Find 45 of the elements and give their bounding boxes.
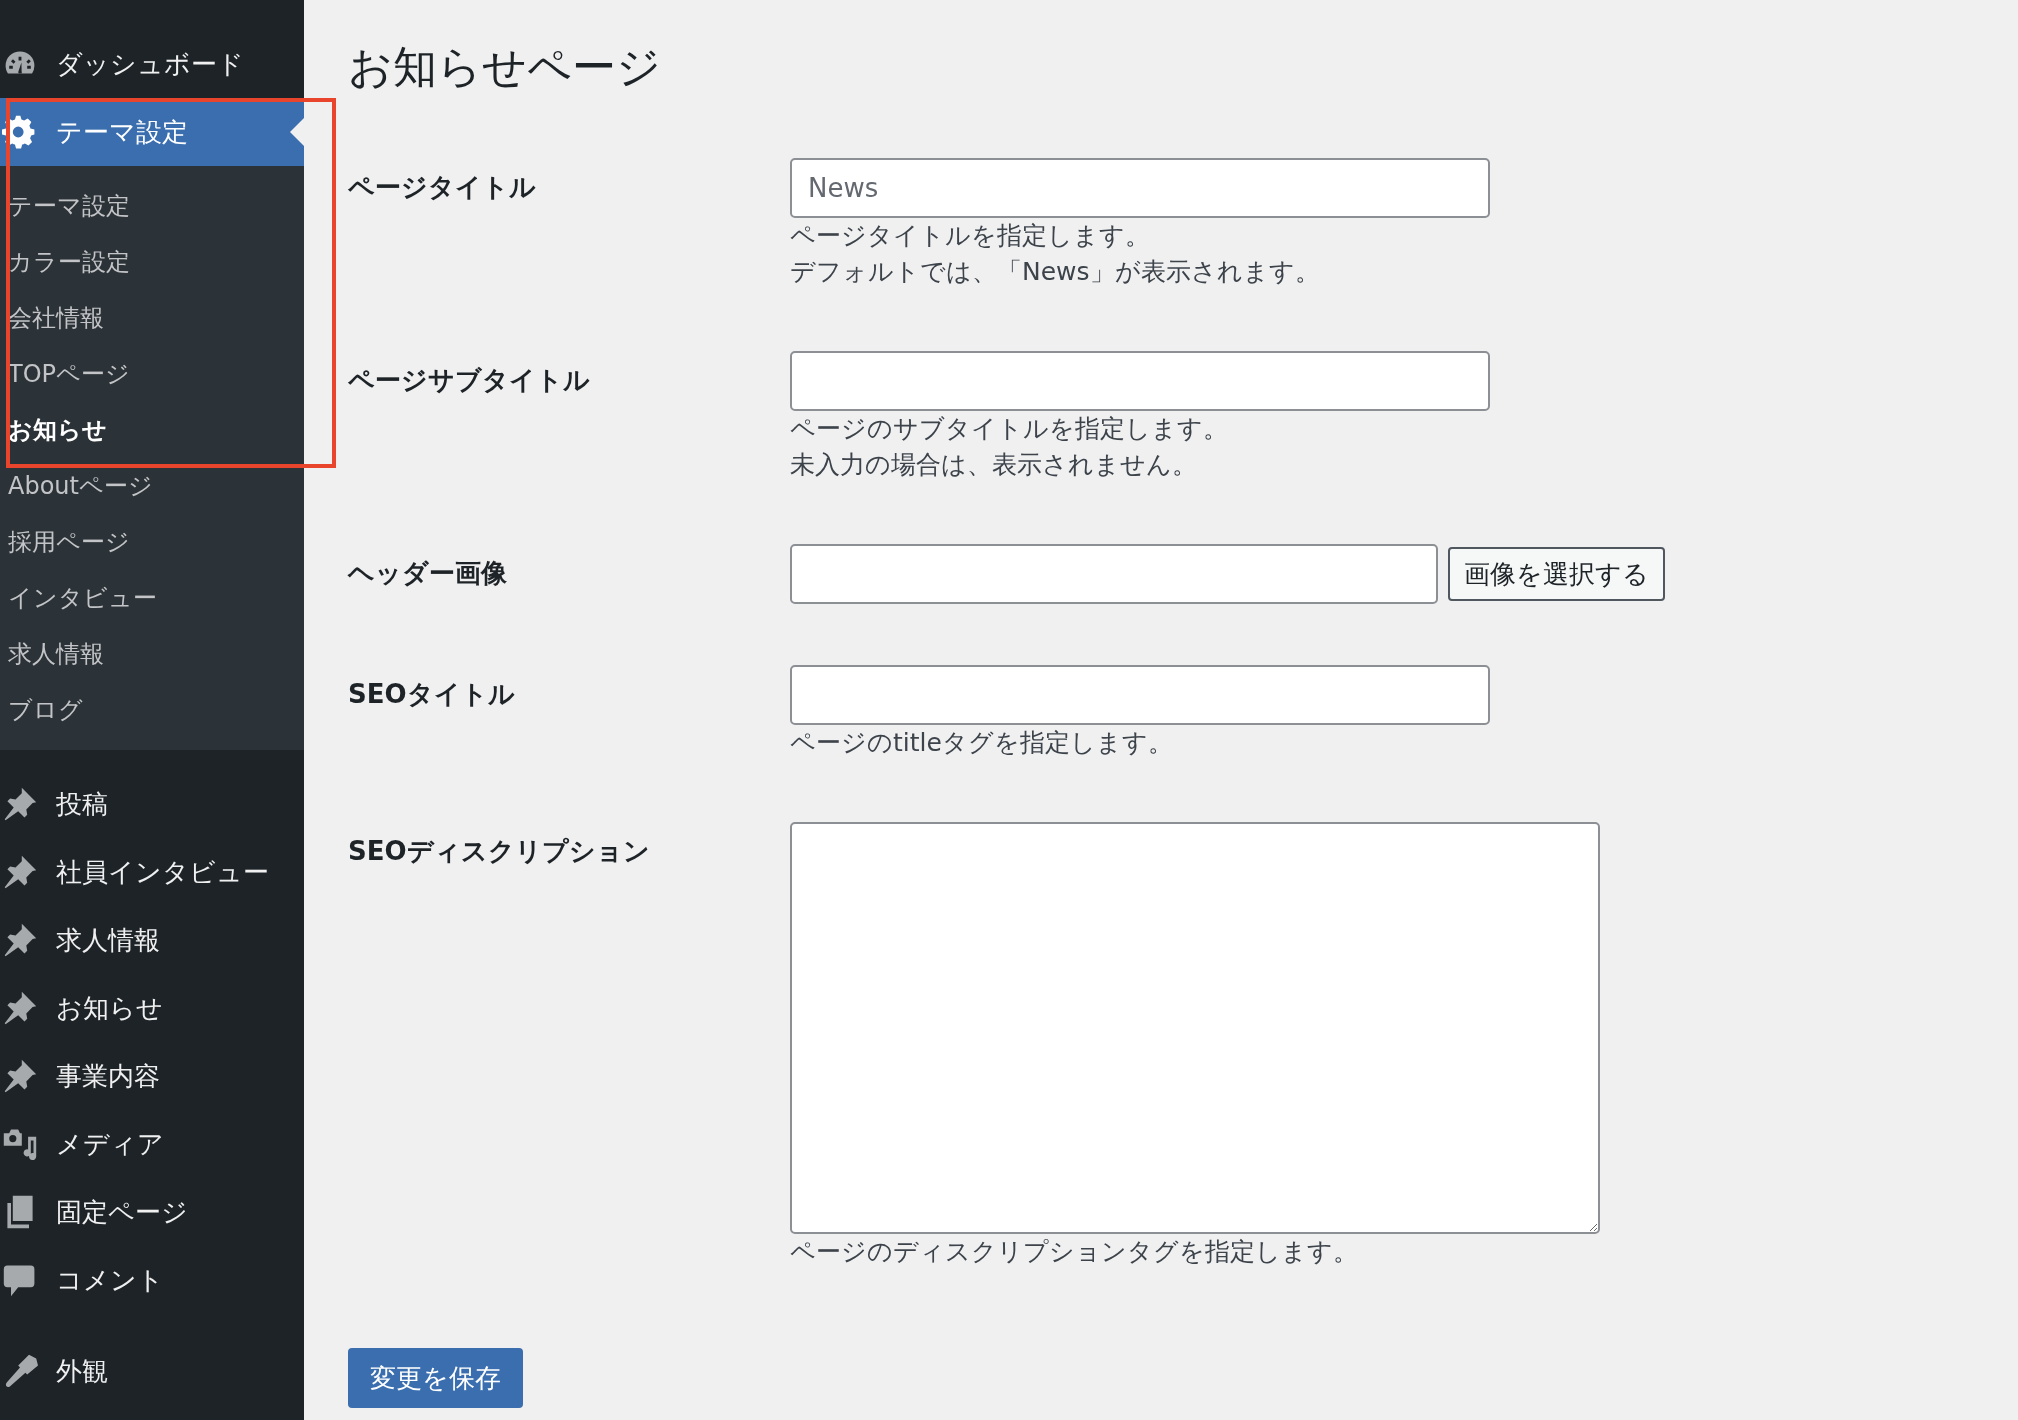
page-heading: お知らせページ	[348, 40, 662, 94]
image-url-field[interactable]	[790, 544, 1438, 604]
sidebar-menu-item[interactable]: お知らせ	[0, 974, 304, 1042]
help-text: ページのtitleタグを指定します。	[790, 727, 1174, 759]
sidebar-menu-item[interactable]: テーマ設定	[0, 98, 304, 166]
field-label: ヘッダー画像	[348, 557, 508, 590]
help-text: デフォルトでは、「News」が表示されます。	[790, 256, 1321, 288]
sidebar-menu-item[interactable]: 固定ページ	[0, 1178, 304, 1246]
select-image-button[interactable]: 画像を選択する	[1448, 547, 1665, 601]
pushpin-icon	[2, 1058, 38, 1094]
sidebar-menu-item[interactable]: 事業内容	[0, 1042, 304, 1110]
submenu-item[interactable]: 会社情報	[0, 290, 304, 346]
submenu-item[interactable]: カラー設定	[0, 234, 304, 290]
field-label: ページサブタイトル	[348, 364, 591, 397]
sidebar-menu-item[interactable]: 外観	[0, 1337, 304, 1405]
submenu-item[interactable]: テーマ設定	[0, 178, 304, 234]
sidebar-menu-item[interactable]: 投稿	[0, 770, 304, 838]
save-button[interactable]: 変更を保存	[348, 1348, 523, 1408]
submenu-item[interactable]: Aboutページ	[0, 458, 304, 514]
help-text: ページのディスクリプションタグを指定します。	[790, 1236, 1359, 1268]
text-field[interactable]: News	[790, 158, 1490, 218]
sidebar-menu-item[interactable]: ダッシュボード	[0, 30, 304, 98]
sidebar-menu-item[interactable]: コメント	[0, 1246, 304, 1314]
submenu-item[interactable]: TOPページ	[0, 346, 304, 402]
pushpin-icon	[2, 990, 38, 1026]
submenu-item[interactable]: ブログ	[0, 682, 304, 738]
text-field[interactable]	[790, 351, 1490, 411]
pushpin-icon	[2, 854, 38, 890]
sidebar-menu-item[interactable]: メディア	[0, 1110, 304, 1178]
text-field[interactable]	[790, 665, 1490, 725]
sidebar-menu-item[interactable]: 求人情報	[0, 906, 304, 974]
help-text: ページのサブタイトルを指定します。	[790, 413, 1229, 445]
pushpin-icon	[2, 922, 38, 958]
submenu-item[interactable]: 求人情報	[0, 626, 304, 682]
field-label: ページタイトル	[348, 171, 537, 204]
submenu-item[interactable]: インタビュー	[0, 570, 304, 626]
field-label: SEOディスクリプション	[348, 835, 651, 868]
pushpin-icon	[2, 786, 38, 822]
sidebar-menu-item[interactable]: 社員インタビュー	[0, 838, 304, 906]
field-label: SEOタイトル	[348, 678, 516, 711]
help-text: ページタイトルを指定します。	[790, 220, 1151, 252]
submenu-item[interactable]: 採用ページ	[0, 514, 304, 570]
help-text: 未入力の場合は、表示されません。	[790, 449, 1198, 481]
submenu-item[interactable]: お知らせ	[0, 402, 304, 458]
current-menu-pointer	[290, 118, 304, 146]
